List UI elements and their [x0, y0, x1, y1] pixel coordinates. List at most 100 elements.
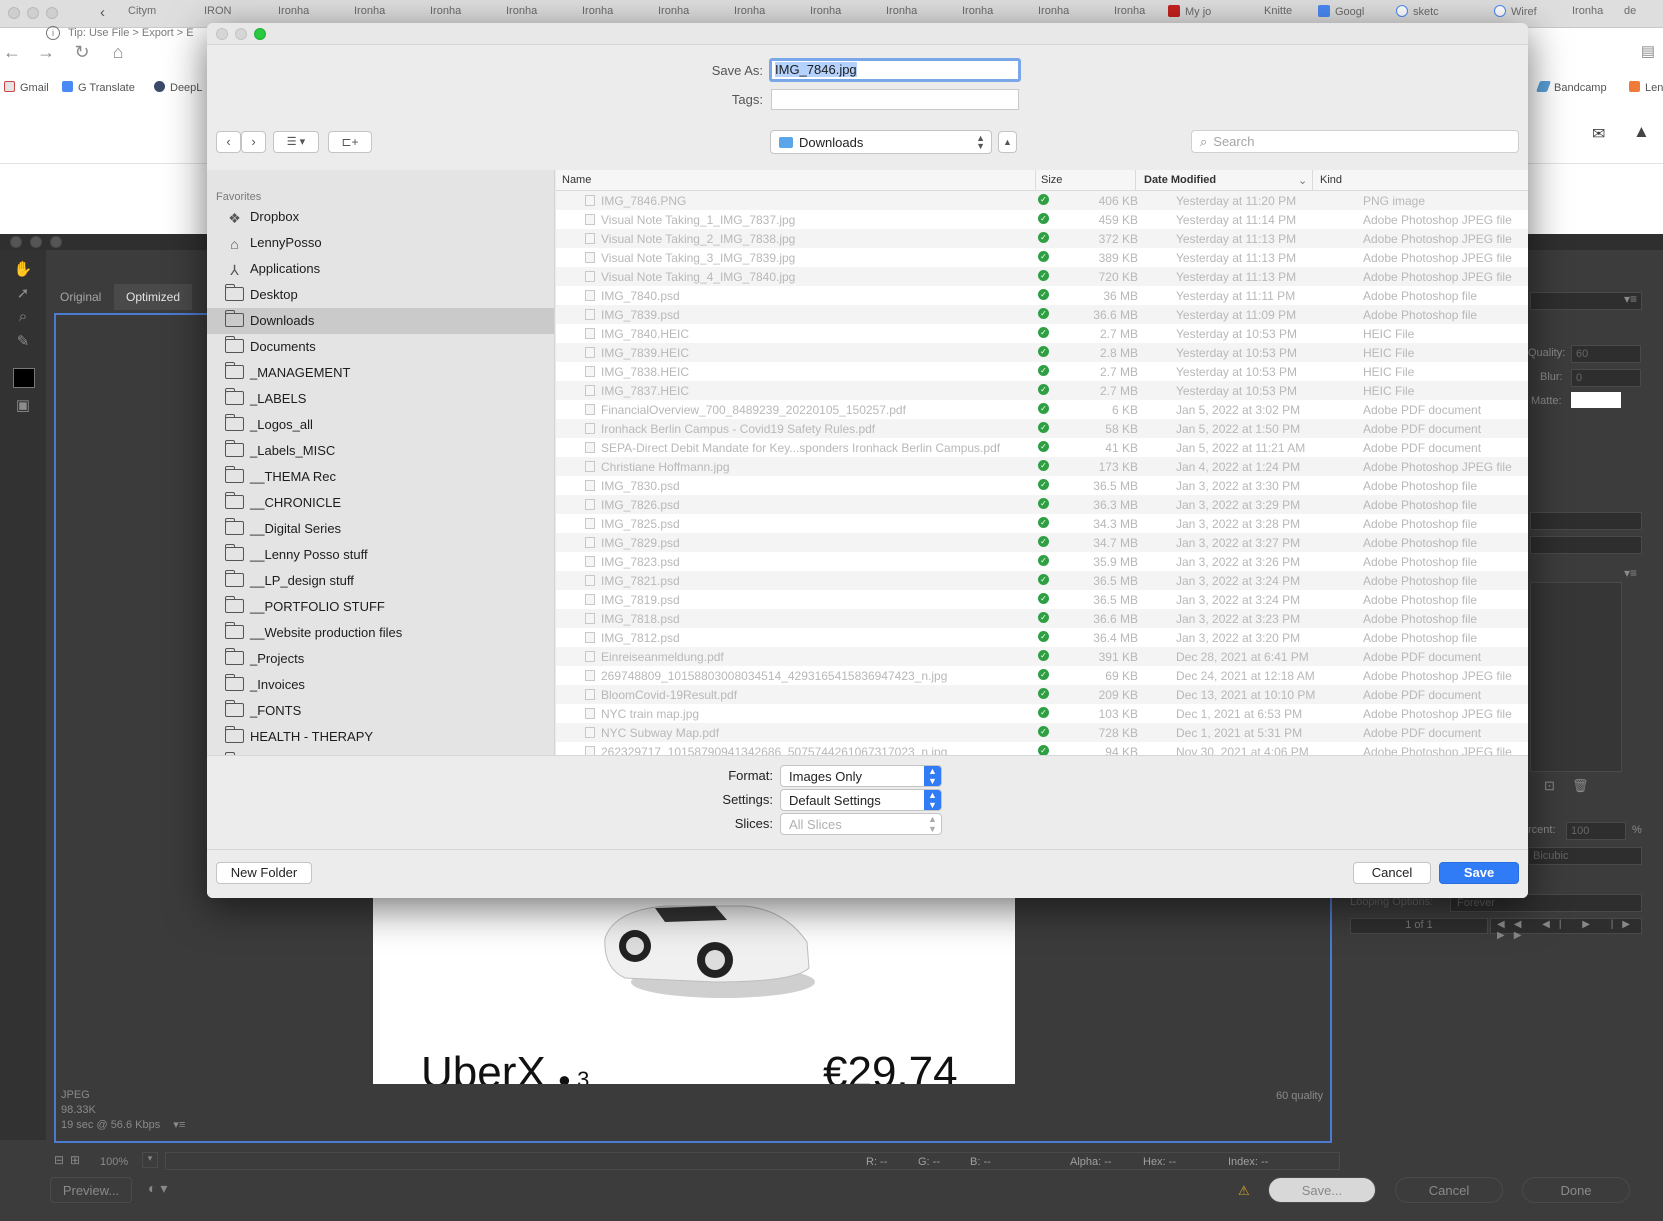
browser-tab[interactable]: Ironha: [506, 5, 568, 23]
file-row[interactable]: IMG_7830.psd ✓ 36.5 MB Jan 3, 2022 at 3:30 …: [556, 476, 1528, 495]
sidebar-item-chronicle[interactable]: __CHRONICLE: [207, 490, 554, 516]
browser-tab[interactable]: Citym: [128, 5, 190, 23]
eyedropper-color-swatch[interactable]: [13, 368, 35, 388]
settings-popup[interactable]: Default Settings ▲ ▼: [780, 789, 942, 811]
trash-icon[interactable]: 🗑: [1572, 778, 1589, 794]
slices-popup[interactable]: All Slices ▲ ▼: [780, 813, 942, 835]
format-popup[interactable]: Images Only ▲ ▼: [780, 765, 942, 787]
bookmark-gmail[interactable]: Gmail: [4, 81, 49, 94]
sidebar-item-portfolio-stuff[interactable]: __PORTFOLIO STUFF: [207, 594, 554, 620]
quality-field[interactable]: 60: [1571, 345, 1641, 363]
sidebar-item-lenny-posso-stuff[interactable]: __Lenny Posso stuff: [207, 542, 554, 568]
percent-field[interactable]: 100: [1566, 822, 1626, 840]
file-row[interactable]: IMG_7819.psd ✓ 36.5 MB Jan 3, 2022 at 3:24 …: [556, 590, 1528, 609]
column-date-modified[interactable]: Date Modified: [1144, 174, 1216, 186]
sidebar-item-projects[interactable]: _Projects: [207, 646, 554, 672]
close-window-button[interactable]: [8, 7, 20, 19]
browser-tab[interactable]: Ironha: [886, 5, 948, 23]
animation-controls[interactable]: ◀◀ ◀| ▶ |▶ ▶▶: [1490, 918, 1642, 941]
mail-icon[interactable]: ✉: [1592, 124, 1605, 144]
close-window-button[interactable]: [10, 236, 22, 248]
zoom-level[interactable]: 100%: [100, 1156, 128, 1168]
file-row[interactable]: IMG_7812.psd ✓ 36.4 MB Jan 3, 2022 at 3:20 …: [556, 628, 1528, 647]
browser-tab[interactable]: Ironha: [430, 5, 492, 23]
browser-tab[interactable]: IRON: [204, 5, 266, 23]
browser-tab[interactable]: Ironha: [278, 5, 340, 23]
color-table-dropdown[interactable]: [1530, 512, 1642, 530]
file-row[interactable]: IMG_7846.PNG ✓ 406 KB Yesterday at 11:20 PM…: [556, 191, 1528, 210]
sidebar-item-labels[interactable]: _LABELS: [207, 386, 554, 412]
sidebar-item-invoices[interactable]: _Invoices: [207, 672, 554, 698]
new-folder-toolbar-button[interactable]: ⊏+: [328, 131, 372, 153]
browser-tab[interactable]: Googl: [1318, 5, 1380, 23]
bell-icon[interactable]: ▲: [1633, 122, 1650, 142]
search-input[interactable]: ⌕ Search: [1191, 130, 1519, 153]
preset-menu-icon[interactable]: ▾≡: [1624, 292, 1637, 306]
browser-tab[interactable]: Ironha: [658, 5, 720, 23]
photoshop-done-button[interactable]: Done: [1522, 1177, 1630, 1203]
browser-tab[interactable]: Ironha: [582, 5, 644, 23]
zoom-window-button[interactable]: [50, 236, 62, 248]
reload-icon[interactable]: ↻: [72, 42, 92, 63]
sidebar-item-lp-design-stuff[interactable]: __LP_design stuff: [207, 568, 554, 594]
sidebar-item-desktop[interactable]: Desktop: [207, 282, 554, 308]
forward-arrow-icon[interactable]: →: [36, 42, 56, 63]
browser-tab[interactable]: sketc: [1396, 5, 1458, 23]
zoom-window-button[interactable]: [46, 7, 58, 19]
file-row[interactable]: Visual Note Taking_3_IMG_7839.jpg ✓ 389 KB…: [556, 248, 1528, 267]
bookmark-len[interactable]: Len: [1629, 81, 1663, 94]
column-name[interactable]: Name: [562, 174, 591, 186]
file-row[interactable]: IMG_7838.HEIC ✓ 2.7 MB Yesterday at 10:53 P…: [556, 362, 1528, 381]
back-button[interactable]: ‹: [216, 131, 241, 153]
file-row[interactable]: NYC train map.jpg ✓ 103 KB Dec 1, 2021 at 6…: [556, 704, 1528, 723]
dialog-minimize-button[interactable]: [235, 28, 247, 40]
file-row[interactable]: Christiane Hoffmann.jpg ✓ 173 KB Jan 4, 202…: [556, 457, 1528, 476]
tags-input[interactable]: [771, 89, 1019, 110]
file-row[interactable]: SEPA-Direct Debit Mandate for Key...spon…: [556, 438, 1528, 457]
browser-tab[interactable]: Ironha: [962, 5, 1024, 23]
sidebar-item-lennyposso[interactable]: ⌂ LennyPosso: [207, 230, 554, 256]
file-row[interactable]: IMG_7818.psd ✓ 36.6 MB Jan 3, 2022 at 3:23 …: [556, 609, 1528, 628]
file-row[interactable]: IMG_7839.psd ✓ 36.6 MB Yesterday at 11:09 P…: [556, 305, 1528, 324]
slice-select-tool-icon[interactable]: ➚: [12, 284, 34, 302]
file-row[interactable]: IMG_7821.psd ✓ 36.5 MB Jan 3, 2022 at 3:24 …: [556, 571, 1528, 590]
file-row[interactable]: IMG_7823.psd ✓ 35.9 MB Jan 3, 2022 at 3:26 …: [556, 552, 1528, 571]
back-arrow-icon[interactable]: ←: [2, 42, 22, 63]
photoshop-cancel-button[interactable]: Cancel: [1395, 1177, 1503, 1203]
sidebar-item-applications[interactable]: ⅄ Applications: [207, 256, 554, 282]
color-table-menu-icon[interactable]: ▾≡: [1624, 566, 1637, 580]
file-row[interactable]: Einreiseanmeldung.pdf ✓ 391 KB Dec 28, 2021…: [556, 647, 1528, 666]
bookmark-translate[interactable]: G Translate: [62, 81, 135, 94]
new-color-icon[interactable]: ⊡: [1544, 778, 1555, 794]
browser-tab[interactable]: Ironha: [1114, 5, 1176, 23]
dialog-zoom-button[interactable]: [254, 28, 266, 40]
collapse-button[interactable]: ▲: [998, 131, 1017, 153]
file-row[interactable]: IMG_7840.HEIC ✓ 2.7 MB Yesterday at 10:53 P…: [556, 324, 1528, 343]
tab-scroll-left-icon[interactable]: ‹: [100, 4, 105, 21]
save-as-input[interactable]: IMG_7846.jpg: [769, 58, 1021, 82]
file-row[interactable]: IMG_7826.psd ✓ 36.3 MB Jan 3, 2022 at 3:29 …: [556, 495, 1528, 514]
minimize-window-button[interactable]: [30, 236, 42, 248]
reading-list-icon[interactable]: ▤: [1638, 42, 1658, 60]
save-button[interactable]: Save: [1439, 862, 1519, 884]
browser-tab[interactable]: Wiref: [1494, 5, 1556, 23]
eyedropper-tool-icon[interactable]: ✎: [12, 332, 34, 350]
zoom-in-icon[interactable]: ⊞: [70, 1153, 80, 1167]
tab-original[interactable]: Original: [48, 284, 113, 310]
blur-field[interactable]: 0: [1571, 369, 1641, 387]
hand-tool-icon[interactable]: ✋: [12, 260, 34, 278]
file-row[interactable]: IMG_7839.HEIC ✓ 2.8 MB Yesterday at 10:53 P…: [556, 343, 1528, 362]
browser-tab[interactable]: Ironha: [810, 5, 872, 23]
sidebar-item-digital-series[interactable]: __Digital Series: [207, 516, 554, 542]
bookmark-deepl[interactable]: DeepL: [154, 81, 202, 94]
location-popup[interactable]: Downloads ▲ ▼: [770, 130, 992, 154]
sidebar-item-health-therapy[interactable]: HEALTH - THERAPY: [207, 724, 554, 750]
forward-button[interactable]: ›: [241, 131, 266, 153]
file-row[interactable]: Visual Note Taking_1_IMG_7837.jpg ✓ 459 KB…: [556, 210, 1528, 229]
browser-tab[interactable]: Ironha: [354, 5, 416, 23]
zoom-dropdown-icon[interactable]: ▾: [142, 1152, 158, 1168]
browser-tab[interactable]: de: [1624, 5, 1663, 23]
file-row[interactable]: Ironhack Berlin Campus - Covid19 Safety …: [556, 419, 1528, 438]
resample-dropdown[interactable]: Bicubic: [1528, 847, 1642, 865]
zoom-tool-icon[interactable]: ⌕: [12, 308, 34, 326]
